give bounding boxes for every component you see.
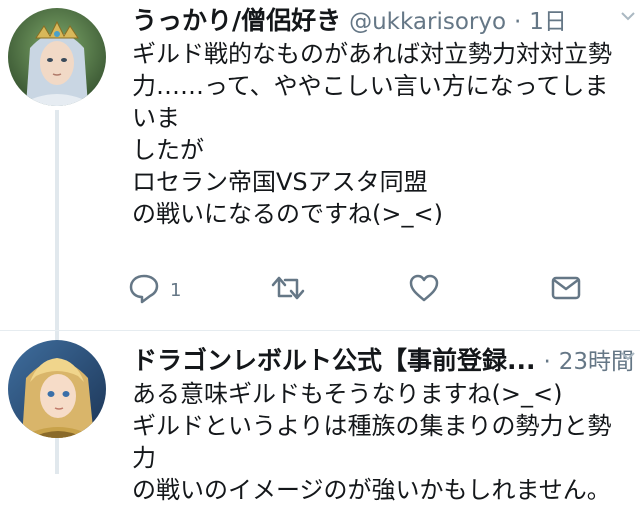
chevron-down-icon[interactable] (618, 6, 638, 32)
separator-dot: · (514, 9, 522, 35)
tweet-header: ドラゴンレボルト公式【事前登録... · 23時間 (132, 346, 634, 377)
avatar-ukkarisoryo[interactable] (8, 8, 106, 106)
tweet-actions: 1 (128, 272, 588, 308)
direct-message-icon (550, 272, 582, 308)
tweet-line: ギルドというよりは種族の集まりの勢力と勢力 (132, 412, 612, 472)
tweet-time[interactable]: 1日 (529, 9, 567, 35)
reply-button[interactable]: 1 (128, 272, 181, 308)
tweet-line: の戦いになるのですね(>_<) (132, 200, 443, 228)
retweet-icon (270, 272, 306, 308)
tweet-text: ある意味ギルドもそうなりますね(>_<) ギルドというよりは種族の集まりの勢力と… (132, 378, 632, 506)
tweet-divider (0, 330, 640, 331)
tweet-line: ギルド戦的なものがあれば対立勢力対対立勢 (132, 40, 612, 68)
tweet-line: の戦いのイメージのが強いかもしれません。 (132, 476, 611, 504)
author-handle[interactable]: @ukkarisoryo (349, 9, 506, 35)
author-name[interactable]: うっかり/僧侶好き (132, 6, 341, 35)
separator-dot: · (543, 349, 551, 375)
tweet-line: 力……って、ややこしい言い方になってしまいま (132, 72, 609, 132)
reply-icon (128, 272, 160, 308)
reply-count: 1 (170, 279, 182, 301)
tweet-line: したが (132, 136, 204, 164)
like-button[interactable] (408, 272, 450, 308)
retweet-button[interactable] (270, 272, 316, 308)
direct-message-button[interactable] (550, 272, 582, 308)
like-icon (408, 272, 440, 308)
author-name[interactable]: ドラゴンレボルト公式【事前登録... (132, 346, 536, 375)
tweet-line: ロセラン帝国VSアスタ同盟 (132, 168, 428, 196)
chevron-down-icon[interactable] (618, 346, 638, 372)
tweet-line: ある意味ギルドもそうなりますね(>_<) (132, 380, 563, 408)
thread-connector-line (55, 110, 59, 366)
tweet-text: ギルド戦的なものがあれば対立勢力対対立勢 力……って、ややこしい言い方になってし… (132, 38, 632, 230)
avatar-dragon-revolt[interactable] (8, 340, 106, 438)
tweet-header: うっかり/僧侶好き @ukkarisoryo · 1日 (132, 6, 632, 37)
